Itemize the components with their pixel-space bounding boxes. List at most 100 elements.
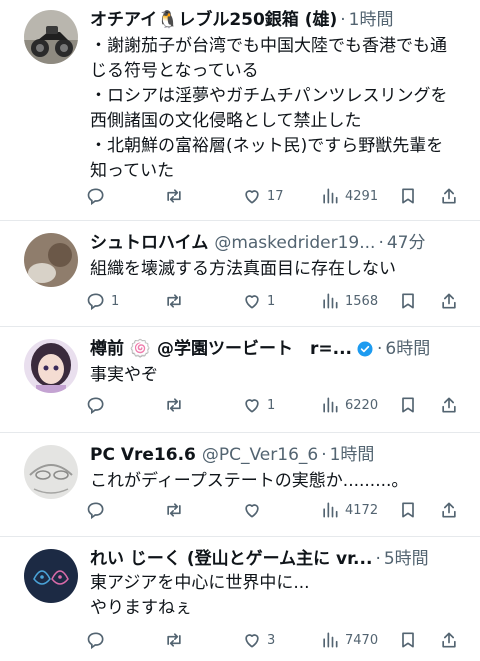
avatar[interactable] xyxy=(24,10,78,64)
display-name[interactable]: PC Vre16.6 xyxy=(90,443,196,467)
tweet-text: 組織を壊滅する方法真面目に存在しない xyxy=(90,257,460,282)
separator-dot: · xyxy=(321,445,327,465)
share-icon xyxy=(439,500,459,520)
share-icon xyxy=(439,395,459,415)
tweet-text-line: じる符号となっている xyxy=(90,61,259,81)
retweet-button[interactable] xyxy=(164,184,189,208)
share-icon xyxy=(439,630,459,650)
like-count: 1 xyxy=(267,293,276,309)
timestamp[interactable]: 1時間 xyxy=(330,443,375,467)
reply-icon xyxy=(86,186,106,206)
bookmark-button[interactable] xyxy=(398,393,418,417)
separator-dot: · xyxy=(375,549,381,569)
like-button[interactable] xyxy=(242,498,267,522)
bookmark-icon xyxy=(398,186,418,206)
tweet-text-line: 知っていた xyxy=(90,161,175,181)
share-button[interactable] xyxy=(439,498,459,522)
tweet-text-line: 事実やぞ xyxy=(90,365,158,385)
reply-button[interactable] xyxy=(86,184,111,208)
views-button[interactable]: 4291 xyxy=(320,184,378,208)
share-button[interactable] xyxy=(439,393,459,417)
like-button[interactable]: 1 xyxy=(242,393,275,417)
tweet-text-line: ・北朝鮮の富裕層(ネット民)ですら野獣先輩を xyxy=(90,136,444,156)
tweet[interactable]: PC Vre16.6 @PC_Ver16_6 · 1時間 これがディープステート… xyxy=(0,433,480,537)
tweet-text-line: 西側諸国の文化侵略として禁止した xyxy=(90,111,362,131)
retweet-icon xyxy=(164,630,184,650)
tweet[interactable]: シュトロハイム @maskedrider19... · 47分 組織を壊滅する方… xyxy=(0,221,480,327)
separator-dot: · xyxy=(377,339,383,359)
views-icon xyxy=(320,395,340,415)
bookmark-button[interactable] xyxy=(398,628,418,652)
retweet-button[interactable] xyxy=(164,289,189,313)
timestamp[interactable]: 47分 xyxy=(387,231,426,255)
like-icon xyxy=(242,395,262,415)
retweet-icon xyxy=(164,395,184,415)
share-icon xyxy=(439,186,459,206)
bookmark-button[interactable] xyxy=(398,289,418,313)
retweet-button[interactable] xyxy=(164,498,189,522)
action-bar: 1 1 1568 xyxy=(86,289,456,313)
like-button[interactable]: 3 xyxy=(242,628,275,652)
tweet[interactable]: 樽前 🍥 @学園ツービート r=... · 6時間 事実やぞ 1 6220 xyxy=(0,327,480,433)
tweet[interactable]: オチアイ🐧レブル250銀箱 (雄) · 1時間 ・謝謝茄子が台湾でも中国大陸でも… xyxy=(0,0,480,221)
share-button[interactable] xyxy=(439,628,459,652)
avatar[interactable] xyxy=(24,445,78,499)
views-button[interactable]: 7470 xyxy=(320,628,378,652)
reply-button[interactable] xyxy=(86,498,111,522)
reply-icon xyxy=(86,395,106,415)
like-icon xyxy=(242,186,262,206)
action-bar: 4172 xyxy=(86,498,456,522)
view-count: 7470 xyxy=(345,632,379,648)
views-button[interactable]: 1568 xyxy=(320,289,378,313)
retweet-icon xyxy=(164,500,184,520)
like-count: 17 xyxy=(267,188,284,204)
reply-icon xyxy=(86,630,106,650)
reply-button[interactable]: 1 xyxy=(86,289,119,313)
views-button[interactable]: 4172 xyxy=(320,498,378,522)
retweet-button[interactable] xyxy=(164,628,189,652)
retweet-button[interactable] xyxy=(164,393,189,417)
views-icon xyxy=(320,186,340,206)
share-button[interactable] xyxy=(439,184,459,208)
views-icon xyxy=(320,630,340,650)
action-bar: 3 7470 xyxy=(86,628,456,652)
reply-icon xyxy=(86,500,106,520)
bookmark-button[interactable] xyxy=(398,498,418,522)
tweet-text-line: これがディープステートの実態か.........。 xyxy=(90,471,409,491)
separator-dot: · xyxy=(340,10,346,30)
tweet-text-line: 東アジアを中心に世界中に... xyxy=(90,573,310,593)
user-handle[interactable]: @PC_Ver16_6 xyxy=(202,443,318,467)
share-button[interactable] xyxy=(439,289,459,313)
bookmark-icon xyxy=(398,291,418,311)
avatar[interactable] xyxy=(24,549,78,603)
view-count: 4291 xyxy=(345,188,379,204)
bookmark-icon xyxy=(398,395,418,415)
timestamp[interactable]: 5時間 xyxy=(384,547,429,571)
timeline-feed: オチアイ🐧レブル250銀箱 (雄) · 1時間 ・謝謝茄子が台湾でも中国大陸でも… xyxy=(0,0,480,661)
display-name[interactable]: れい じーく (登山とゲーム主に vr... xyxy=(90,547,372,571)
avatar[interactable] xyxy=(24,339,78,393)
tweet-text: これがディープステートの実態か.........。 xyxy=(90,469,460,494)
timestamp[interactable]: 1時間 xyxy=(349,8,394,32)
tweet[interactable]: れい じーく (登山とゲーム主に vr... · 5時間 東アジアを中心に世界中… xyxy=(0,537,480,661)
reply-button[interactable] xyxy=(86,628,111,652)
tweet-text-line: ・謝謝茄子が台湾でも中国大陸でも香港でも通 xyxy=(90,36,447,56)
verified-icon xyxy=(352,337,374,361)
user-handle[interactable]: @maskedrider19... xyxy=(214,231,375,255)
like-button[interactable]: 17 xyxy=(242,184,284,208)
reply-button[interactable] xyxy=(86,393,111,417)
like-icon xyxy=(242,291,262,311)
bookmark-button[interactable] xyxy=(398,184,418,208)
views-icon xyxy=(320,291,340,311)
tweet-text-line: 組織を壊滅する方法真面目に存在しない xyxy=(90,259,396,279)
like-button[interactable]: 1 xyxy=(242,289,275,313)
display-name[interactable]: 樽前 🍥 @学園ツービート r=... xyxy=(90,337,352,361)
reply-icon xyxy=(86,291,106,311)
display-name[interactable]: オチアイ🐧レブル250銀箱 (雄) xyxy=(90,8,337,32)
timestamp[interactable]: 6時間 xyxy=(385,337,430,361)
like-count: 1 xyxy=(267,397,276,413)
tweet-text: 事実やぞ xyxy=(90,363,460,388)
views-button[interactable]: 6220 xyxy=(320,393,378,417)
avatar[interactable] xyxy=(24,233,78,287)
display-name[interactable]: シュトロハイム xyxy=(90,231,208,255)
